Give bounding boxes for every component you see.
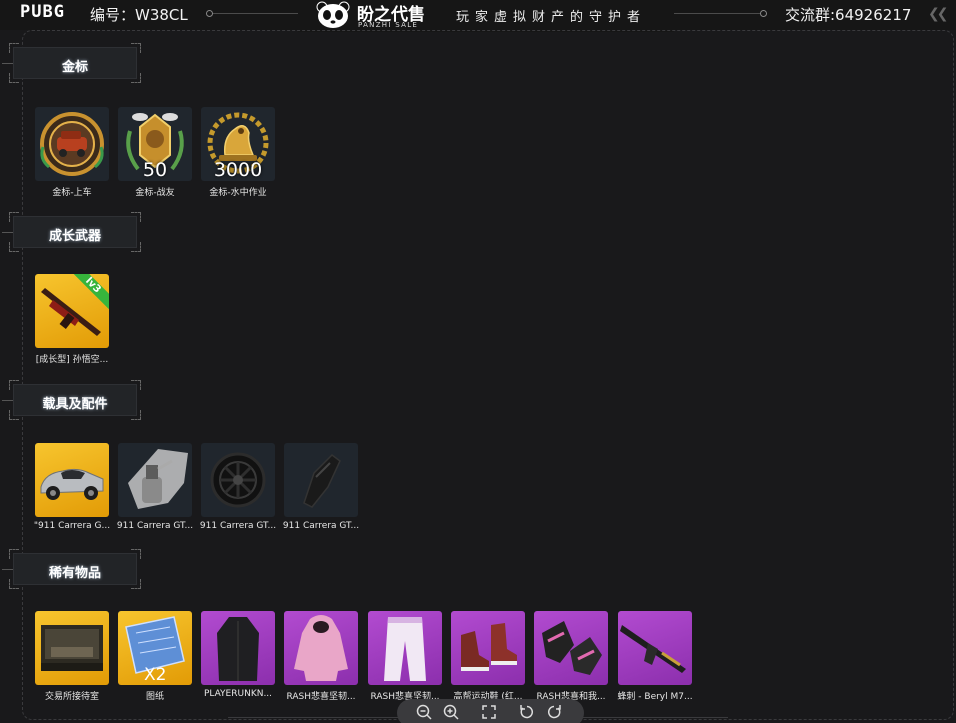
item-card[interactable]: 911 Carrera GT... — [282, 443, 360, 531]
item-card[interactable]: RASH悲喜坚韧... — [368, 611, 442, 702]
section-title-growth-weapon: 成长武器 — [9, 212, 141, 252]
rotate-left-icon[interactable] — [518, 703, 536, 721]
item-thumbnail — [201, 443, 275, 517]
item-caption: 911 Carrera GT... — [199, 521, 277, 531]
header-divider-left — [210, 13, 298, 14]
item-card[interactable]: 50 金标-战友 — [118, 107, 192, 198]
item-thumbnail — [618, 611, 692, 685]
item-card[interactable]: 蜂刺 - Beryl M7... — [617, 611, 693, 702]
brand-tab: 盼之代售 PANZHI SALE 玩家虚拟财产的守护者 — [298, 0, 674, 32]
header-divider-right — [674, 13, 766, 14]
item-card[interactable]: 911 Carrera GT... — [116, 443, 194, 531]
item-thumbnail — [284, 611, 358, 685]
item-thumbnail — [451, 611, 525, 685]
item-card[interactable]: "911 Carrera G... — [33, 443, 111, 531]
white-pants-icon — [384, 617, 426, 681]
spray-paint-icon — [128, 449, 188, 509]
item-card[interactable]: 3000 金标-水中作业 — [201, 107, 275, 198]
item-count-badge: X2 — [144, 665, 167, 685]
item-caption: PLAYERUNKN... — [203, 689, 273, 699]
item-caption: 金标-上车 — [52, 188, 92, 198]
item-thumbnail: X2 — [118, 611, 192, 685]
item-caption: 911 Carrera GT... — [282, 521, 360, 531]
item-thumbnail — [368, 611, 442, 685]
double-chevron-left-icon: ❮❮ — [928, 6, 949, 22]
item-caption: RASH悲喜坚韧... — [286, 692, 356, 702]
section-title-vehicle: 载具及配件 — [9, 380, 141, 420]
image-viewer-toolbar — [397, 699, 584, 723]
item-caption: 蜂刺 - Beryl M7... — [617, 692, 693, 702]
section-title-label: 金标 — [61, 60, 88, 75]
section-title-label: 成长武器 — [48, 229, 101, 244]
item-caption: 金标-水中作业 — [209, 188, 267, 198]
item-thumbnail — [534, 611, 608, 685]
item-thumbnail: 50 — [118, 107, 192, 181]
page: PUBG 编号：W38CL 盼之代售 PANZHI SALE 玩家虚拟财产的守护… — [0, 0, 956, 723]
item-caption: 金标-战友 — [135, 188, 175, 198]
item-thumbnail — [35, 443, 109, 517]
item-thumbnail: lv3 — [35, 274, 109, 348]
zoom-in-icon[interactable] — [442, 703, 460, 721]
section-title-label: 载具及配件 — [42, 397, 108, 412]
item-card[interactable]: 金标-上车 — [35, 107, 109, 198]
item-thumbnail — [118, 443, 192, 517]
gold-emblem-car-icon — [40, 112, 104, 176]
item-card[interactable]: RASH悲喜和我... — [534, 611, 608, 702]
item-card[interactable]: 911 Carrera GT... — [199, 443, 277, 531]
item-caption: 图纸 — [145, 692, 164, 702]
item-card[interactable]: RASH悲喜坚韧... — [284, 611, 358, 702]
item-count-badge: 3000 — [213, 159, 263, 181]
header-dot-right — [760, 10, 767, 17]
reception-room-icon — [41, 625, 103, 671]
serial-number: 编号：W38CL — [90, 6, 188, 24]
item-card[interactable]: X2 图纸 — [118, 611, 192, 702]
item-caption: "911 Carrera G... — [33, 521, 111, 531]
item-card[interactable]: PLAYERUNKN... — [201, 611, 275, 699]
item-thumbnail — [35, 107, 109, 181]
wheel-icon — [210, 452, 266, 508]
gloves-icon — [542, 621, 602, 675]
rotate-right-icon[interactable] — [545, 703, 563, 721]
item-count-badge: 50 — [142, 159, 168, 181]
item-caption: 911 Carrera GT... — [116, 521, 194, 531]
section-title-gold-badge: 金标 — [9, 43, 141, 83]
item-thumbnail — [35, 611, 109, 685]
pink-hoodie-icon — [294, 615, 348, 681]
high-top-sneaker-icon — [461, 623, 517, 671]
item-thumbnail: 3000 — [201, 107, 275, 181]
item-caption: 交易所接待室 — [44, 692, 99, 702]
group-number: 交流群:64926217 — [785, 6, 912, 24]
section-title-rare-items: 稀有物品 — [9, 549, 141, 589]
item-card[interactable]: 高帮运动鞋 (红... — [451, 611, 525, 702]
section-title-label: 稀有物品 — [48, 566, 101, 581]
header-dot-left — [206, 10, 213, 17]
item-thumbnail — [284, 443, 358, 517]
header-bar: PUBG 编号：W38CL 盼之代售 PANZHI SALE 玩家虚拟财产的守护… — [0, 0, 956, 32]
item-caption: [成长型] 孙悟空... — [35, 355, 109, 365]
assault-rifle-icon — [620, 625, 686, 673]
sports-car-icon — [40, 468, 104, 500]
item-card[interactable]: 交易所接待室 — [35, 611, 109, 702]
zoom-out-icon[interactable] — [415, 703, 433, 721]
item-card[interactable]: lv3 [成长型] 孙悟空... — [35, 274, 109, 365]
brand-slogan: 玩家虚拟财产的守护者 — [456, 10, 647, 25]
brand-subtitle: PANZHI SALE — [358, 21, 419, 29]
panda-logo-icon — [316, 1, 350, 28]
item-thumbnail — [201, 611, 275, 685]
fullscreen-icon[interactable] — [480, 703, 498, 721]
pubg-logo: PUBG — [20, 2, 65, 22]
trench-coat-icon — [217, 617, 259, 681]
car-part-icon — [303, 454, 341, 508]
